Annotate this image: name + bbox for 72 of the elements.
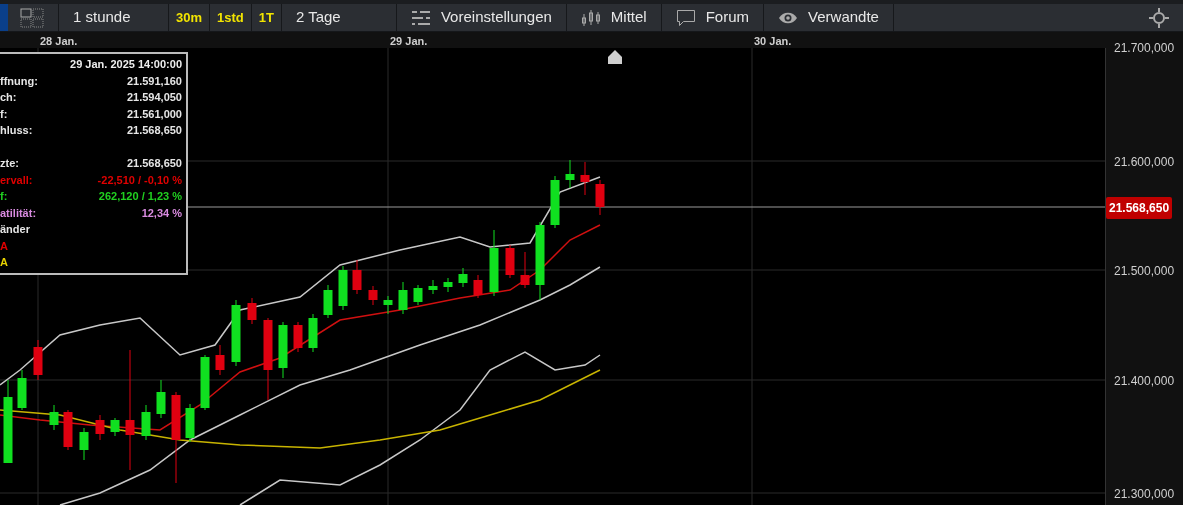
price-label: 21.500,000 xyxy=(1114,263,1175,280)
tooltip-label: hluss: xyxy=(0,123,33,138)
candlestick xyxy=(247,297,257,325)
candlestick xyxy=(398,281,408,315)
candlestick xyxy=(110,417,120,437)
candlestick xyxy=(413,284,423,306)
candlestick xyxy=(443,277,453,293)
candlestick xyxy=(489,229,499,297)
candlestick xyxy=(458,267,468,288)
date-label: 30 Jan. xyxy=(754,34,792,49)
tooltip-label: f: xyxy=(0,106,8,122)
tooltip-label: atilität: xyxy=(0,205,37,221)
tooltip-label: änder xyxy=(0,222,30,237)
date-label: 29 Jan. xyxy=(390,34,428,49)
last-price-label: 21.568,650 xyxy=(1106,197,1173,219)
candlestick xyxy=(63,409,73,451)
candlestick xyxy=(505,244,515,279)
price-label: 21.400,000 xyxy=(1114,373,1175,390)
candlestick xyxy=(49,404,59,431)
tooltip-label: ch: xyxy=(0,90,17,105)
tooltip-value: 21.591,160 xyxy=(126,73,182,89)
speech-bubble-icon xyxy=(675,8,696,27)
candlestick xyxy=(200,354,210,411)
tooltip-value: 21.568,650 xyxy=(126,123,182,138)
candlestick xyxy=(428,279,438,295)
candlestick xyxy=(156,379,166,419)
tooltip-value: 21.561,000 xyxy=(126,106,182,122)
candlestick xyxy=(185,403,195,443)
tooltip-label: A xyxy=(0,238,8,254)
candlestick xyxy=(383,295,393,315)
candlestick xyxy=(141,404,151,441)
candlestick xyxy=(368,285,378,306)
tooltip-title: 29 Jan. 2025 14:00:00 xyxy=(69,57,182,72)
price-label: 21.600,000 xyxy=(1114,154,1175,171)
candlestick xyxy=(79,427,89,461)
candlestick xyxy=(338,265,348,311)
date-label: 28 Jan. xyxy=(40,34,78,49)
candlestick xyxy=(95,414,105,441)
tooltip-label: zte: xyxy=(0,156,19,171)
marker-icon xyxy=(608,50,622,64)
tooltip-label: ervall: xyxy=(0,172,33,188)
candlestick-icon xyxy=(580,8,601,27)
candlestick xyxy=(580,161,590,196)
candlestick xyxy=(33,339,43,381)
tooltip-value: 21.568,650 xyxy=(126,156,182,171)
candlestick xyxy=(550,175,560,229)
candlestick xyxy=(278,321,288,379)
layout-icon xyxy=(20,7,44,28)
tooltip-value: -22,510 / -0,10 % xyxy=(97,172,182,188)
tooltip-label: A xyxy=(0,255,8,270)
price-label: 21.700,000 xyxy=(1114,40,1175,57)
candlestick xyxy=(308,313,318,353)
tooltip-label: f: xyxy=(0,189,8,204)
sliders-icon xyxy=(410,8,431,27)
candlestick xyxy=(215,344,225,376)
tooltip-label: ffnung: xyxy=(0,73,38,89)
layout-button[interactable] xyxy=(0,4,59,31)
candlestick xyxy=(352,259,362,295)
candlestick xyxy=(595,179,605,216)
candlestick xyxy=(520,251,530,289)
settings-icon xyxy=(1149,7,1169,28)
candlestick xyxy=(565,159,575,189)
candlestick xyxy=(473,274,483,299)
tooltip-value: 262,120 / 1,23 % xyxy=(98,189,182,204)
tooltip-value: 12,34 % xyxy=(141,205,182,221)
candlestick xyxy=(231,299,241,367)
tooltip-value: 21.594,050 xyxy=(126,90,182,105)
candlestick xyxy=(323,284,333,319)
eye-icon xyxy=(778,10,799,25)
candlestick xyxy=(293,321,303,353)
candlestick xyxy=(17,369,27,411)
price-label: 21.300,000 xyxy=(1114,486,1175,503)
